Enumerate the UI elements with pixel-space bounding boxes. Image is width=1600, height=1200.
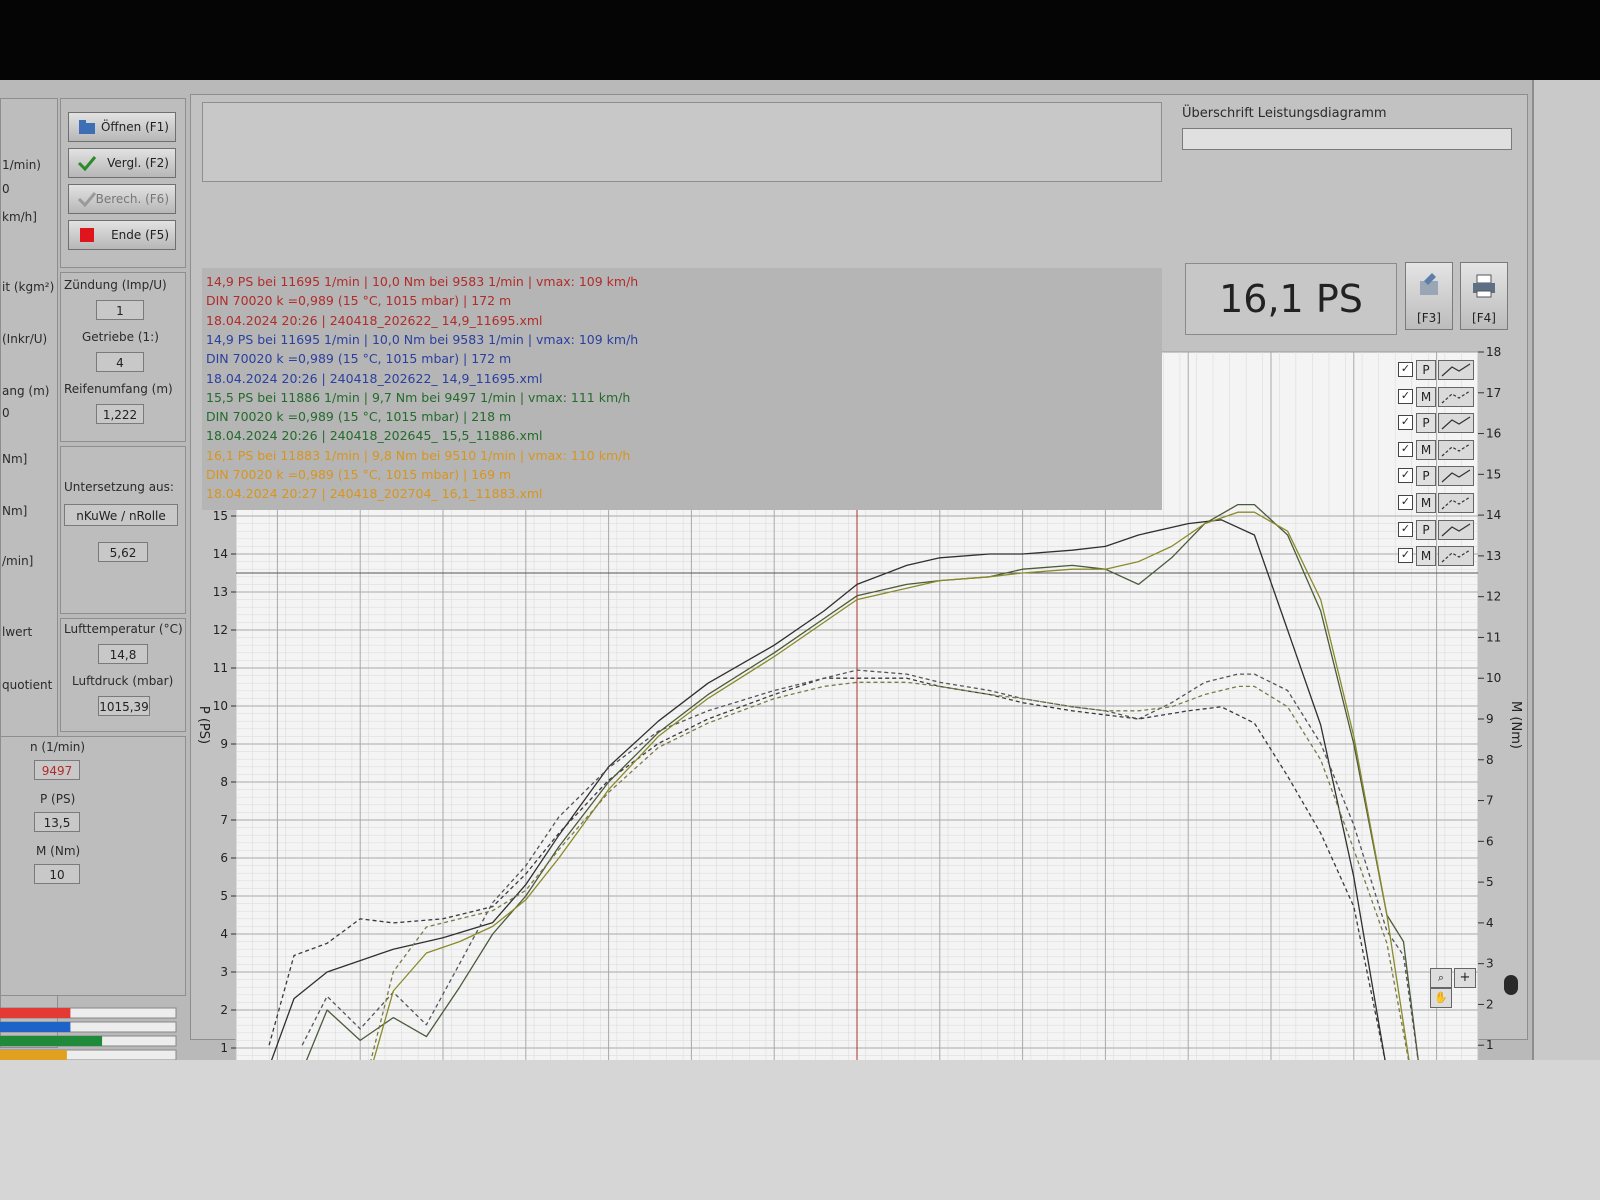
power-chart: 5750600065007000750080008500900095001000…	[196, 345, 1523, 1060]
zoom-controls: ⌕ + ✋	[1430, 968, 1478, 1008]
series-toggle-row: ✓ P	[1398, 464, 1478, 488]
series-checkbox[interactable]: ✓	[1398, 362, 1413, 377]
line-style-icon[interactable]	[1438, 360, 1474, 380]
line-style-icon[interactable]	[1438, 546, 1474, 567]
y2-tick-label: 18	[1486, 345, 1501, 359]
legend-line: DIN 70020 k =0,989 (15 °C, 1015 mbar) | …	[206, 351, 512, 367]
legend-line: DIN 70020 k =0,989 (15 °C, 1015 mbar) | …	[206, 467, 512, 482]
legend-line: DIN 70020 k =0,989 (15 °C, 1015 mbar) | …	[206, 409, 512, 425]
y2-tick-label: 16	[1486, 427, 1501, 441]
y-tick-label: 5	[220, 889, 228, 903]
legend-line: 14,9 PS bei 11695 1/min | 10,0 Nm bei 95…	[206, 274, 639, 289]
zoom-icon[interactable]: ⌕	[1430, 968, 1452, 988]
legend-line: 16,1 PS bei 11883 1/min | 9,8 Nm bei 951…	[206, 447, 631, 463]
hand-icon[interactable]: ✋	[1430, 988, 1452, 1008]
line-style-icon[interactable]	[1438, 466, 1474, 487]
y2-tick-label: 6	[1486, 834, 1494, 848]
y2-tick-label: 2	[1486, 997, 1494, 1011]
series-kind-label: M	[1416, 386, 1436, 407]
y2-tick-label: 3	[1486, 957, 1494, 971]
series-kind-label: P	[1416, 519, 1436, 540]
legend-line: DIN 70020 k =0,989 (15 °C, 1015 mbar) | …	[206, 293, 512, 309]
y-tick-label: 14	[213, 547, 228, 561]
y-tick-label: 10	[213, 699, 228, 713]
y2-tick-label: 13	[1486, 549, 1501, 563]
y-tick-label: 7	[220, 813, 228, 827]
series-kind-label: P	[1416, 413, 1436, 434]
y-tick-label: 9	[220, 737, 228, 751]
series-kind-label: M	[1416, 546, 1436, 567]
legend-line: 18.04.2024 20:26 | 240418_202645_ 15,5_1…	[206, 428, 543, 444]
series-toggle-row: ✓ P	[1398, 411, 1478, 435]
series-kind-label: P	[1416, 466, 1436, 487]
y-tick-label: 15	[213, 509, 228, 523]
series-kind-label: M	[1416, 439, 1436, 460]
line-style-icon[interactable]	[1438, 439, 1474, 460]
desk-surface	[0, 1060, 1600, 1200]
y2-tick-label: 12	[1486, 590, 1501, 604]
y2-tick-label: 9	[1486, 712, 1494, 726]
series-checkbox[interactable]: ✓	[1398, 415, 1413, 431]
y-tick-label: 8	[220, 775, 228, 789]
y-tick-label: 2	[220, 1003, 228, 1017]
y2-tick-label: 7	[1486, 794, 1494, 808]
series-checkbox[interactable]: ✓	[1398, 521, 1413, 537]
y-tick-label: 11	[213, 661, 228, 675]
series-toggle-row: ✓ P	[1398, 518, 1478, 542]
mouse-icon	[1504, 975, 1518, 995]
y-tick-label: 1	[220, 1041, 228, 1055]
legend-line: 18.04.2024 20:26 | 240418_202622_ 14,9_1…	[206, 312, 543, 328]
series-checkbox[interactable]: ✓	[1398, 495, 1413, 510]
series-toggle-row: ✓ M	[1398, 438, 1478, 462]
y2-tick-label: 10	[1486, 671, 1501, 685]
series-toggle-row: ✓ M	[1398, 544, 1478, 568]
y2-tick-label: 17	[1486, 386, 1501, 400]
y-tick-label: 6	[220, 851, 228, 865]
series-checkbox[interactable]: ✓	[1398, 441, 1413, 457]
line-style-icon[interactable]	[1438, 493, 1474, 513]
series-kind-label: M	[1416, 493, 1436, 513]
series-checkbox[interactable]: ✓	[1398, 388, 1413, 404]
y2-tick-label: 15	[1486, 467, 1501, 481]
y2-tick-label: 11	[1486, 630, 1501, 644]
y2-tick-label: 1	[1486, 1038, 1494, 1052]
y-tick-label: 3	[220, 965, 228, 979]
legend-line: 18.04.2024 20:27 | 240418_202704_ 16,1_1…	[206, 486, 543, 502]
y-axis-label: P (PS)	[196, 706, 211, 744]
line-style-icon[interactable]	[1438, 386, 1474, 407]
plus-icon[interactable]: +	[1454, 968, 1476, 988]
series-toggle-row: ✓ M	[1398, 491, 1478, 515]
line-style-icon[interactable]	[1438, 413, 1474, 434]
series-toggle-row: ✓ P	[1398, 358, 1478, 382]
app-window: 1/min) 0 km/h] it (kgm²) (Inkr/U) ang (m…	[0, 80, 1534, 1114]
series-checkbox[interactable]: ✓	[1398, 548, 1413, 564]
y-tick-label: 12	[213, 623, 228, 637]
y-tick-label: 4	[220, 927, 228, 941]
legend-line: 14,9 PS bei 11695 1/min | 10,0 Nm bei 95…	[206, 331, 639, 347]
y2-tick-label: 5	[1486, 875, 1494, 889]
series-toggle-row: ✓ M	[1398, 385, 1478, 409]
legend-line: 15,5 PS bei 11886 1/min | 9,7 Nm bei 949…	[206, 389, 631, 405]
series-kind-label: P	[1416, 360, 1436, 380]
legend-line: 18.04.2024 20:26 | 240418_202622_ 14,9_1…	[206, 370, 543, 386]
y2-tick-label: 14	[1486, 508, 1501, 522]
y2-tick-label: 8	[1486, 753, 1494, 767]
y-tick-label: 13	[213, 585, 228, 599]
series-checkbox[interactable]: ✓	[1398, 468, 1413, 484]
top-black-bezel	[0, 0, 1600, 80]
y2-tick-label: 4	[1486, 916, 1494, 930]
y2-axis-label: M (Nm)	[1508, 701, 1523, 749]
line-style-icon[interactable]	[1438, 519, 1474, 540]
